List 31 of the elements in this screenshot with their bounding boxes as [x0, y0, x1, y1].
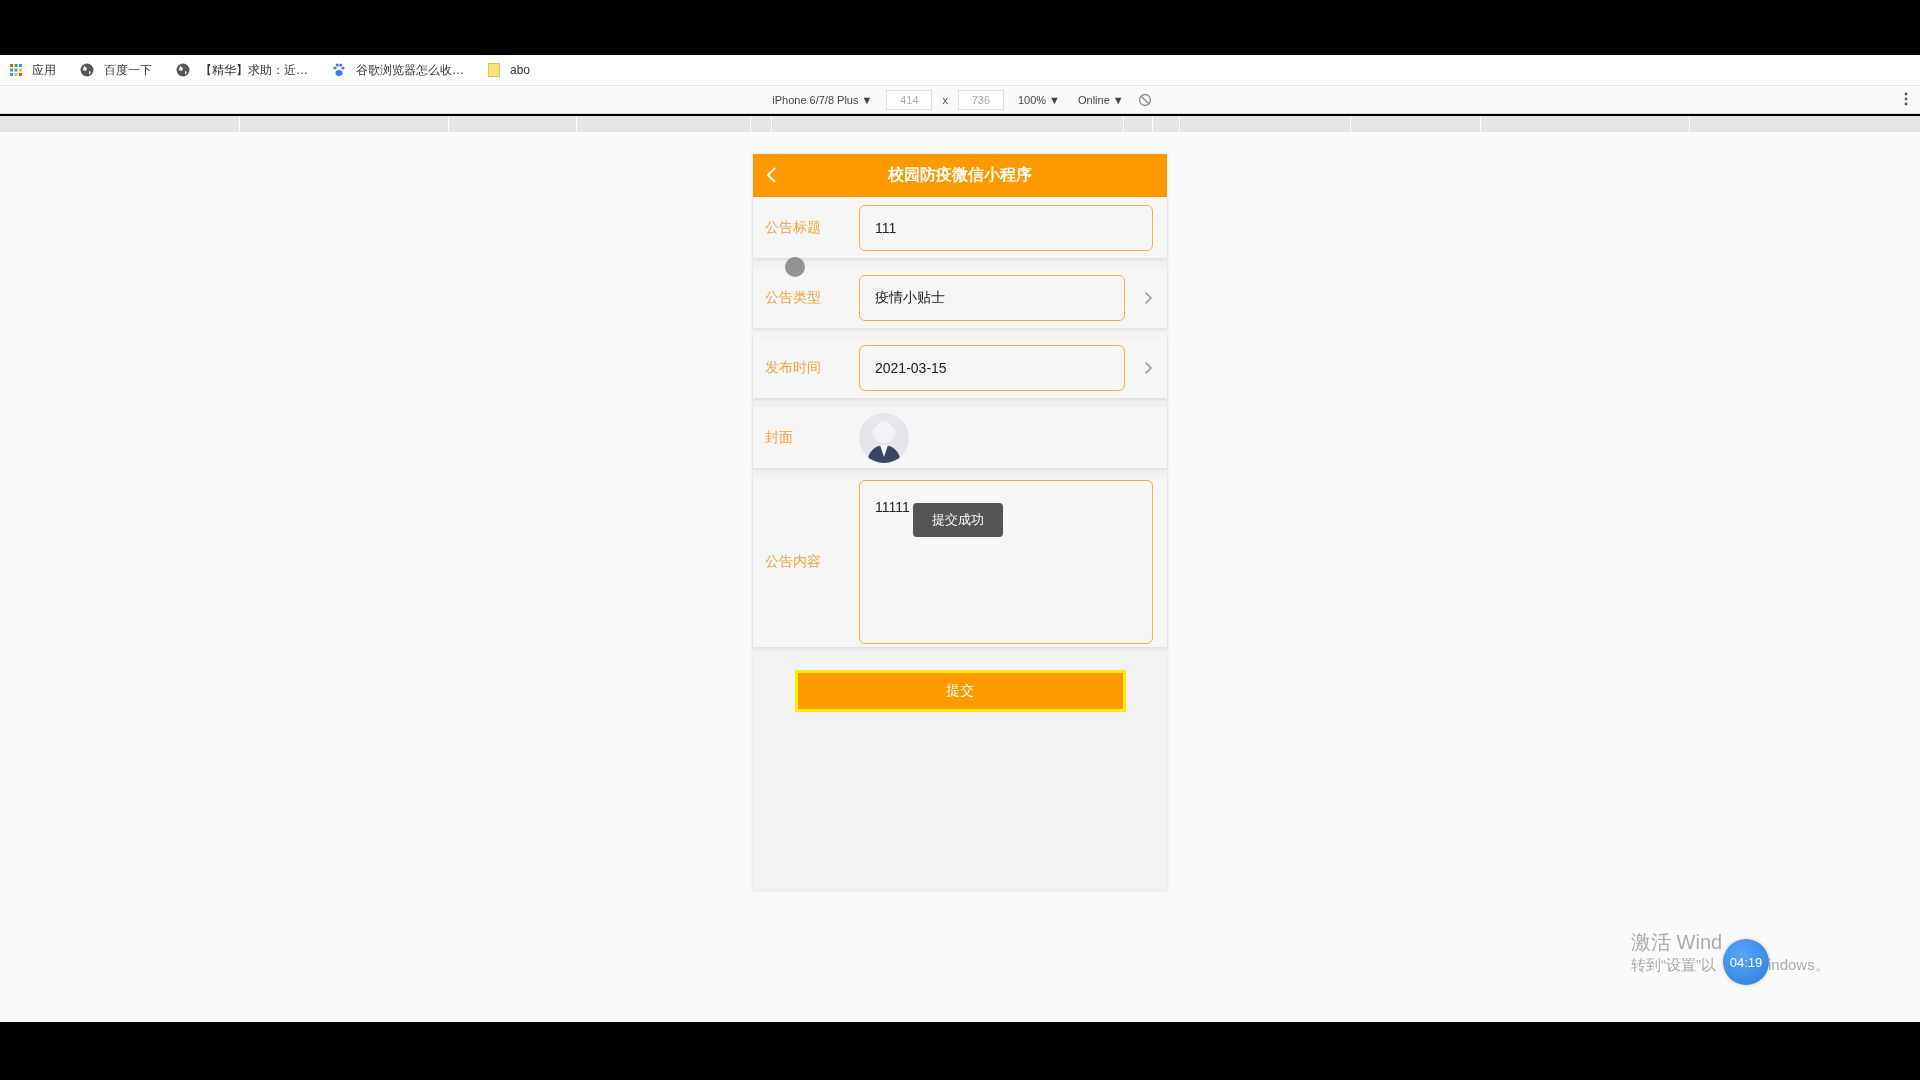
paw-icon[interactable] [332, 63, 346, 77]
input-field[interactable]: 疫情小贴士 [859, 274, 1125, 321]
activation-hint: indows。 [1768, 956, 1830, 975]
app-title: 校园防疫微信小程序 [888, 165, 1032, 185]
bookmark-link[interactable]: 百度一下 [80, 61, 152, 79]
field-label: 公告内容 [765, 553, 822, 571]
activation-hint: 转到“设置”以 [1631, 956, 1716, 975]
field-label: 公告标题 [765, 218, 822, 237]
chevron-right-icon [1144, 360, 1153, 375]
field-label: 发布时间 [765, 358, 822, 377]
chevron-right-icon [1144, 290, 1153, 305]
more-menu-icon[interactable] [1904, 92, 1908, 106]
field-label: 公告类型 [765, 288, 822, 307]
bookmark-link[interactable]: 应用 [10, 61, 56, 79]
input-field[interactable]: 111 [859, 204, 1153, 251]
device-dropdown[interactable]: iPhone 6/7/8 Plus ▼ [768, 93, 877, 106]
content-textarea[interactable]: 11111 提交成功 [859, 480, 1153, 644]
times-sign: x [942, 93, 948, 106]
globe-icon[interactable] [176, 63, 190, 77]
zoom-dropdown[interactable]: 100% ▼ [1013, 93, 1064, 106]
success-toast: 提交成功 [913, 503, 1003, 537]
apps-grid-icon[interactable] [10, 64, 22, 76]
input-field[interactable]: 2021-03-15 [859, 344, 1125, 391]
content-text: 11111 [875, 499, 910, 515]
bookmark-link[interactable]: abo [488, 63, 531, 77]
bookmark-link[interactable]: 谷歌浏览器怎么收… [332, 61, 464, 79]
bookmark-link[interactable]: 【精华】求助：近… [176, 61, 308, 79]
globe-icon[interactable] [80, 63, 94, 77]
network-dropdown[interactable]: Online ▼ [1074, 93, 1128, 106]
field-label: 封面 [765, 428, 794, 447]
activation-title: 激活 Wind [1631, 930, 1723, 955]
